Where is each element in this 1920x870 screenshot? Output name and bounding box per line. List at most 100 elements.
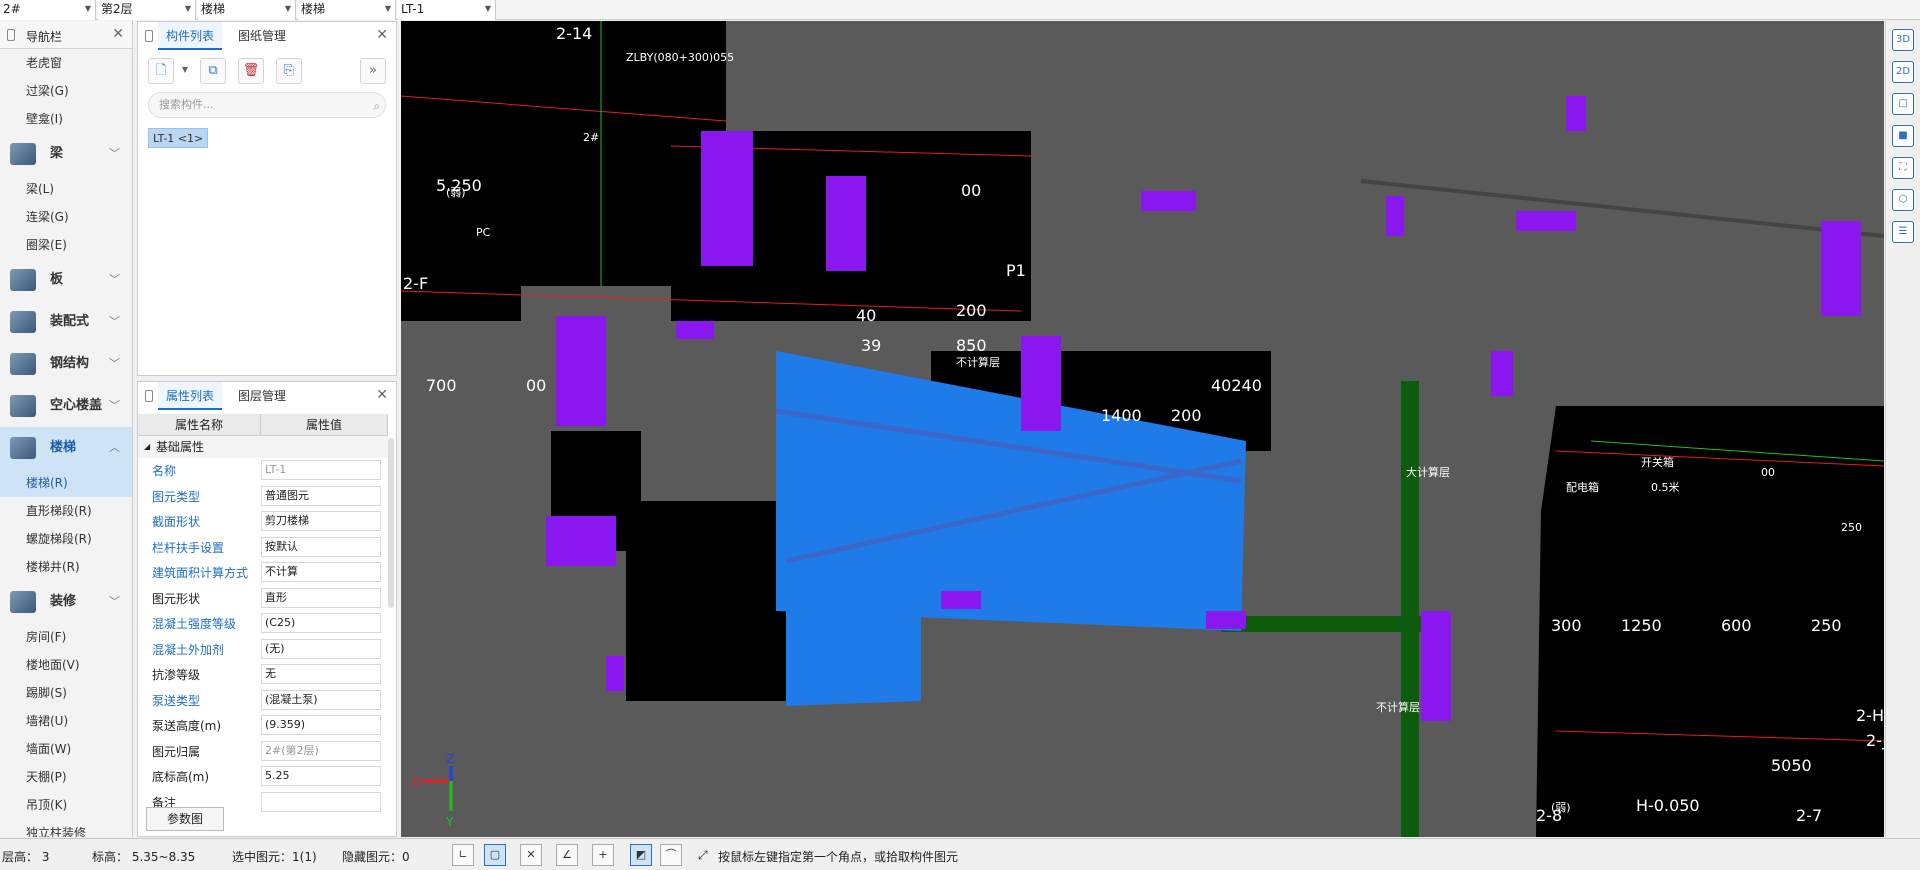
property-value-field[interactable]: (混凝土泵): [261, 689, 381, 710]
property-name: 泵送高度(m): [152, 719, 222, 733]
cad-canvas[interactable]: 2-14 2-F 2-H 2-J 2-8 2-7 700 00 39 40 20…: [401, 21, 1884, 837]
angle-icon[interactable]: ∠: [556, 844, 578, 866]
parameter-diagram-button[interactable]: 参数图: [146, 807, 224, 831]
property-name: 名称: [152, 464, 177, 478]
chevron-icon[interactable]: ﹀: [109, 343, 120, 385]
tab-component-list[interactable]: 构件列表: [158, 22, 223, 50]
nav-item[interactable]: 楼梯井(R): [0, 553, 132, 581]
property-value-field[interactable]: 无: [261, 664, 381, 684]
chevron-icon[interactable]: ﹀: [109, 259, 120, 301]
iso-view-button[interactable]: ⬡: [1892, 189, 1914, 211]
axis-label: 2-F: [403, 274, 428, 293]
tab-layer-management[interactable]: 图层管理: [230, 382, 294, 410]
property-value-field[interactable]: (C25): [261, 613, 381, 633]
nav-category[interactable]: 钢结构 ﹀: [0, 343, 132, 385]
hidden-count-status: 隐藏图元：0: [342, 850, 410, 864]
drawing-viewport[interactable]: 2-14 2-F 2-H 2-J 2-8 2-7 700 00 39 40 20…: [401, 21, 1884, 837]
nav-item[interactable]: 壁龛(I): [0, 105, 132, 133]
new-component-button[interactable]: 🗋: [148, 58, 174, 84]
view-2d-button[interactable]: 2D: [1892, 61, 1914, 83]
property-group[interactable]: ◢ 基础属性: [138, 436, 388, 458]
property-value-field[interactable]: (9.359): [261, 715, 381, 735]
fullscreen-icon[interactable]: ⛶: [1892, 157, 1914, 179]
offset-icon[interactable]: +: [592, 844, 614, 866]
property-value-field[interactable]: 普通图元: [261, 485, 381, 506]
view-3d-button[interactable]: 3D: [1892, 29, 1914, 51]
chevron-down-icon[interactable]: ▼: [178, 58, 192, 84]
nav-item[interactable]: 老虎窗: [0, 49, 132, 77]
nav-item[interactable]: 楼梯(R): [0, 469, 132, 497]
component-item[interactable]: LT-1 <1>: [148, 128, 209, 148]
solid-view-button[interactable]: ■: [1892, 125, 1914, 147]
delete-button[interactable]: 🗑: [238, 58, 264, 84]
tab-drawing-management[interactable]: 图纸管理: [230, 22, 294, 50]
chevron-icon[interactable]: ﹀: [109, 581, 120, 623]
property-value-field[interactable]: 2#(第2层): [261, 740, 381, 761]
display-settings-button[interactable]: ☰: [1892, 221, 1914, 243]
nav-item[interactable]: 踢脚(S): [0, 679, 132, 707]
copy-to-floor-button[interactable]: ⎘: [276, 58, 302, 84]
property-value-field[interactable]: LT-1: [261, 460, 381, 480]
search-input[interactable]: 搜索构件...: [148, 92, 386, 118]
nav-item[interactable]: 墙面(W): [0, 735, 132, 763]
nav-item[interactable]: 墙裙(U): [0, 707, 132, 735]
property-value-field[interactable]: [261, 791, 381, 812]
chevron-icon[interactable]: ︿: [109, 427, 120, 469]
nav-category[interactable]: 装修 ﹀: [0, 581, 132, 623]
arc-icon[interactable]: ⌒: [660, 844, 682, 866]
nav-item[interactable]: 圈梁(E): [0, 231, 132, 259]
property-value-field[interactable]: 不计算: [261, 562, 381, 582]
nav-item[interactable]: 楼地面(V): [0, 651, 132, 679]
nav-item[interactable]: 连梁(G): [0, 203, 132, 231]
nav-item[interactable]: 直形梯段(R): [0, 497, 132, 525]
pin-icon[interactable]: [145, 30, 153, 42]
cad-note: 250: [1841, 521, 1862, 534]
close-icon[interactable]: ✕: [376, 387, 388, 403]
ortho-icon[interactable]: ∟: [452, 844, 474, 866]
property-value-field[interactable]: 剪刀楼梯: [261, 511, 381, 531]
dimension-label: 1400: [1101, 406, 1142, 425]
chevron-icon[interactable]: ﹀: [109, 301, 120, 343]
nav-category[interactable]: 楼梯 ︿: [0, 427, 132, 469]
category-select[interactable]: 楼梯 ▼: [198, 0, 296, 20]
rect-select-icon[interactable]: ▢: [484, 844, 506, 866]
cross-select-icon[interactable]: ✕: [520, 844, 542, 866]
nav-item[interactable]: 梁(L): [0, 175, 132, 203]
wireframe-view-button[interactable]: □: [1892, 93, 1914, 115]
copy-button[interactable]: ⧉: [200, 58, 226, 84]
subtype-select[interactable]: 楼梯 ▼: [298, 0, 396, 20]
nav-category[interactable]: 装配式 ﹀: [0, 301, 132, 343]
purple-column: [1421, 611, 1451, 721]
property-value-field[interactable]: 按默认: [261, 536, 381, 557]
cad-note: 开关箱: [1641, 455, 1674, 469]
nav-item[interactable]: 螺旋梯段(R): [0, 525, 132, 553]
property-value-field[interactable]: 直形: [261, 587, 381, 608]
snap-icon[interactable]: ◩: [630, 844, 652, 866]
close-icon[interactable]: ✕: [376, 27, 388, 43]
search-icon[interactable]: ⌕: [373, 99, 380, 114]
pin-icon[interactable]: [7, 29, 15, 41]
nav-category[interactable]: 空心楼盖 ﹀: [0, 385, 132, 427]
property-value-field[interactable]: (无): [261, 638, 381, 659]
nav-category[interactable]: 梁 ﹀: [0, 133, 132, 175]
pin-icon[interactable]: [145, 390, 153, 402]
tab-properties[interactable]: 属性列表: [158, 382, 223, 410]
nav-category-label: 板: [50, 272, 64, 287]
chevron-icon[interactable]: ﹀: [109, 133, 120, 175]
nav-item[interactable]: 天棚(P): [0, 763, 132, 791]
component-select[interactable]: LT-1 ▼: [398, 0, 496, 20]
property-value-field[interactable]: 5.25: [261, 766, 381, 786]
floor-select[interactable]: 第2层 ▼: [98, 0, 196, 20]
expand-icon[interactable]: »: [360, 58, 386, 84]
scrollbar[interactable]: [388, 438, 394, 608]
nav-category[interactable]: 板 ﹀: [0, 259, 132, 301]
nav-item[interactable]: 吊顶(K): [0, 791, 132, 819]
category-icon: [10, 437, 36, 459]
nav-item[interactable]: 独立柱装修: [0, 819, 132, 837]
close-icon[interactable]: ✕: [112, 26, 124, 42]
chevron-icon[interactable]: ﹀: [109, 385, 120, 427]
nav-item[interactable]: 房间(F): [0, 623, 132, 651]
building-select[interactable]: 2# ▼: [0, 0, 96, 20]
nav-item[interactable]: 过梁(G): [0, 77, 132, 105]
nav-header: 导航栏 ✕: [0, 21, 132, 49]
